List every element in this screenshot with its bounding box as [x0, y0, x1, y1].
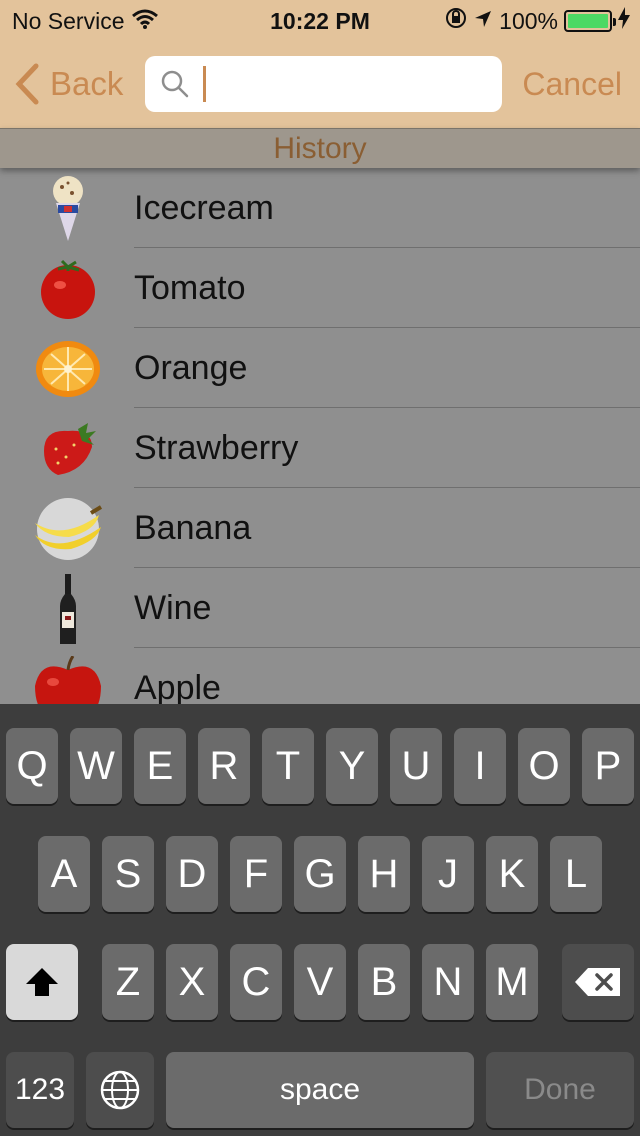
list-item[interactable]: Orange	[0, 328, 640, 408]
key-d[interactable]: D	[166, 836, 218, 912]
section-header: History	[0, 128, 640, 168]
item-label: Orange	[134, 349, 248, 387]
orange-icon	[30, 334, 106, 404]
rotation-lock-icon	[445, 7, 467, 35]
key-b[interactable]: B	[358, 944, 410, 1020]
done-key[interactable]: Done	[486, 1052, 634, 1128]
globe-key[interactable]	[86, 1052, 154, 1128]
battery-icon	[564, 10, 616, 32]
strawberry-icon	[30, 414, 106, 484]
navigation-bar: Back Cancel	[0, 48, 640, 120]
text-cursor	[203, 66, 206, 102]
icecream-icon	[30, 174, 106, 244]
globe-icon	[100, 1070, 140, 1110]
list-item[interactable]: Tomato	[0, 248, 640, 328]
item-label: Tomato	[134, 269, 246, 307]
list-item[interactable]: Icecream	[0, 168, 640, 248]
delete-key[interactable]	[562, 944, 634, 1020]
key-f[interactable]: F	[230, 836, 282, 912]
shift-key[interactable]	[6, 944, 78, 1020]
status-bar: No Service 10:22 PM 100%	[0, 0, 640, 40]
key-z[interactable]: Z	[102, 944, 154, 1020]
wine-icon	[30, 574, 106, 644]
key-x[interactable]: X	[166, 944, 218, 1020]
keyboard: Q W E R T Y U I O P A S D F G H J K L Z …	[0, 704, 640, 1136]
search-input[interactable]	[145, 56, 502, 112]
history-list: Icecream Tomato Orange Strawberry Banana…	[0, 168, 640, 704]
key-j[interactable]: J	[422, 836, 474, 912]
list-item[interactable]: Wine	[0, 568, 640, 648]
key-t[interactable]: T	[262, 728, 314, 804]
search-icon	[161, 70, 189, 98]
shift-arrow-icon	[26, 968, 58, 996]
key-p[interactable]: P	[582, 728, 634, 804]
item-label: Banana	[134, 509, 252, 547]
top-bar: No Service 10:22 PM 100% Back Cancel	[0, 0, 640, 128]
backspace-icon	[575, 968, 620, 996]
tomato-icon	[30, 254, 106, 324]
key-e[interactable]: E	[134, 728, 186, 804]
key-k[interactable]: K	[486, 836, 538, 912]
list-item[interactable]: Banana	[0, 488, 640, 568]
space-key[interactable]: space	[166, 1052, 474, 1128]
key-n[interactable]: N	[422, 944, 474, 1020]
key-v[interactable]: V	[294, 944, 346, 1020]
key-g[interactable]: G	[294, 836, 346, 912]
key-c[interactable]: C	[230, 944, 282, 1020]
item-label: Wine	[134, 589, 212, 627]
key-w[interactable]: W	[70, 728, 122, 804]
apple-icon	[30, 654, 106, 704]
back-label: Back	[50, 65, 124, 102]
key-r[interactable]: R	[198, 728, 250, 804]
status-right: 100%	[445, 7, 630, 35]
key-l[interactable]: L	[550, 836, 602, 912]
charging-icon	[618, 7, 630, 35]
item-label: Icecream	[134, 189, 274, 227]
key-m[interactable]: M	[486, 944, 538, 1020]
numbers-key[interactable]: 123	[6, 1052, 74, 1128]
key-h[interactable]: H	[358, 836, 410, 912]
key-u[interactable]: U	[390, 728, 442, 804]
key-y[interactable]: Y	[326, 728, 378, 804]
banana-icon	[30, 494, 106, 564]
item-label: Apple	[134, 669, 221, 704]
battery-percent: 100%	[499, 7, 558, 34]
key-s[interactable]: S	[102, 836, 154, 912]
list-item[interactable]: Apple	[0, 648, 640, 704]
key-q[interactable]: Q	[6, 728, 58, 804]
cancel-button[interactable]: Cancel	[522, 66, 622, 103]
key-a[interactable]: A	[38, 836, 90, 912]
key-i[interactable]: I	[454, 728, 506, 804]
list-item[interactable]: Strawberry	[0, 408, 640, 488]
item-label: Strawberry	[134, 429, 299, 467]
back-button[interactable]: Back	[14, 62, 123, 106]
chevron-left-icon	[15, 63, 39, 105]
key-o[interactable]: O	[518, 728, 570, 804]
location-icon	[473, 8, 493, 35]
